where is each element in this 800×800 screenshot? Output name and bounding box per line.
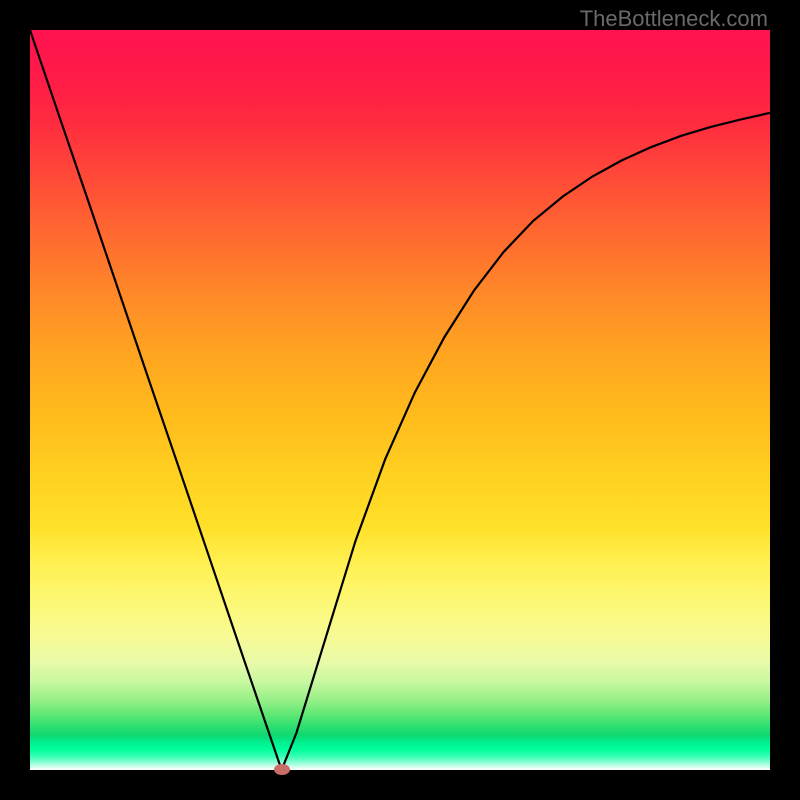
watermark-text: TheBottleneck.com	[580, 6, 768, 32]
optimal-point-marker	[274, 764, 290, 775]
bottleneck-curve	[30, 30, 770, 770]
